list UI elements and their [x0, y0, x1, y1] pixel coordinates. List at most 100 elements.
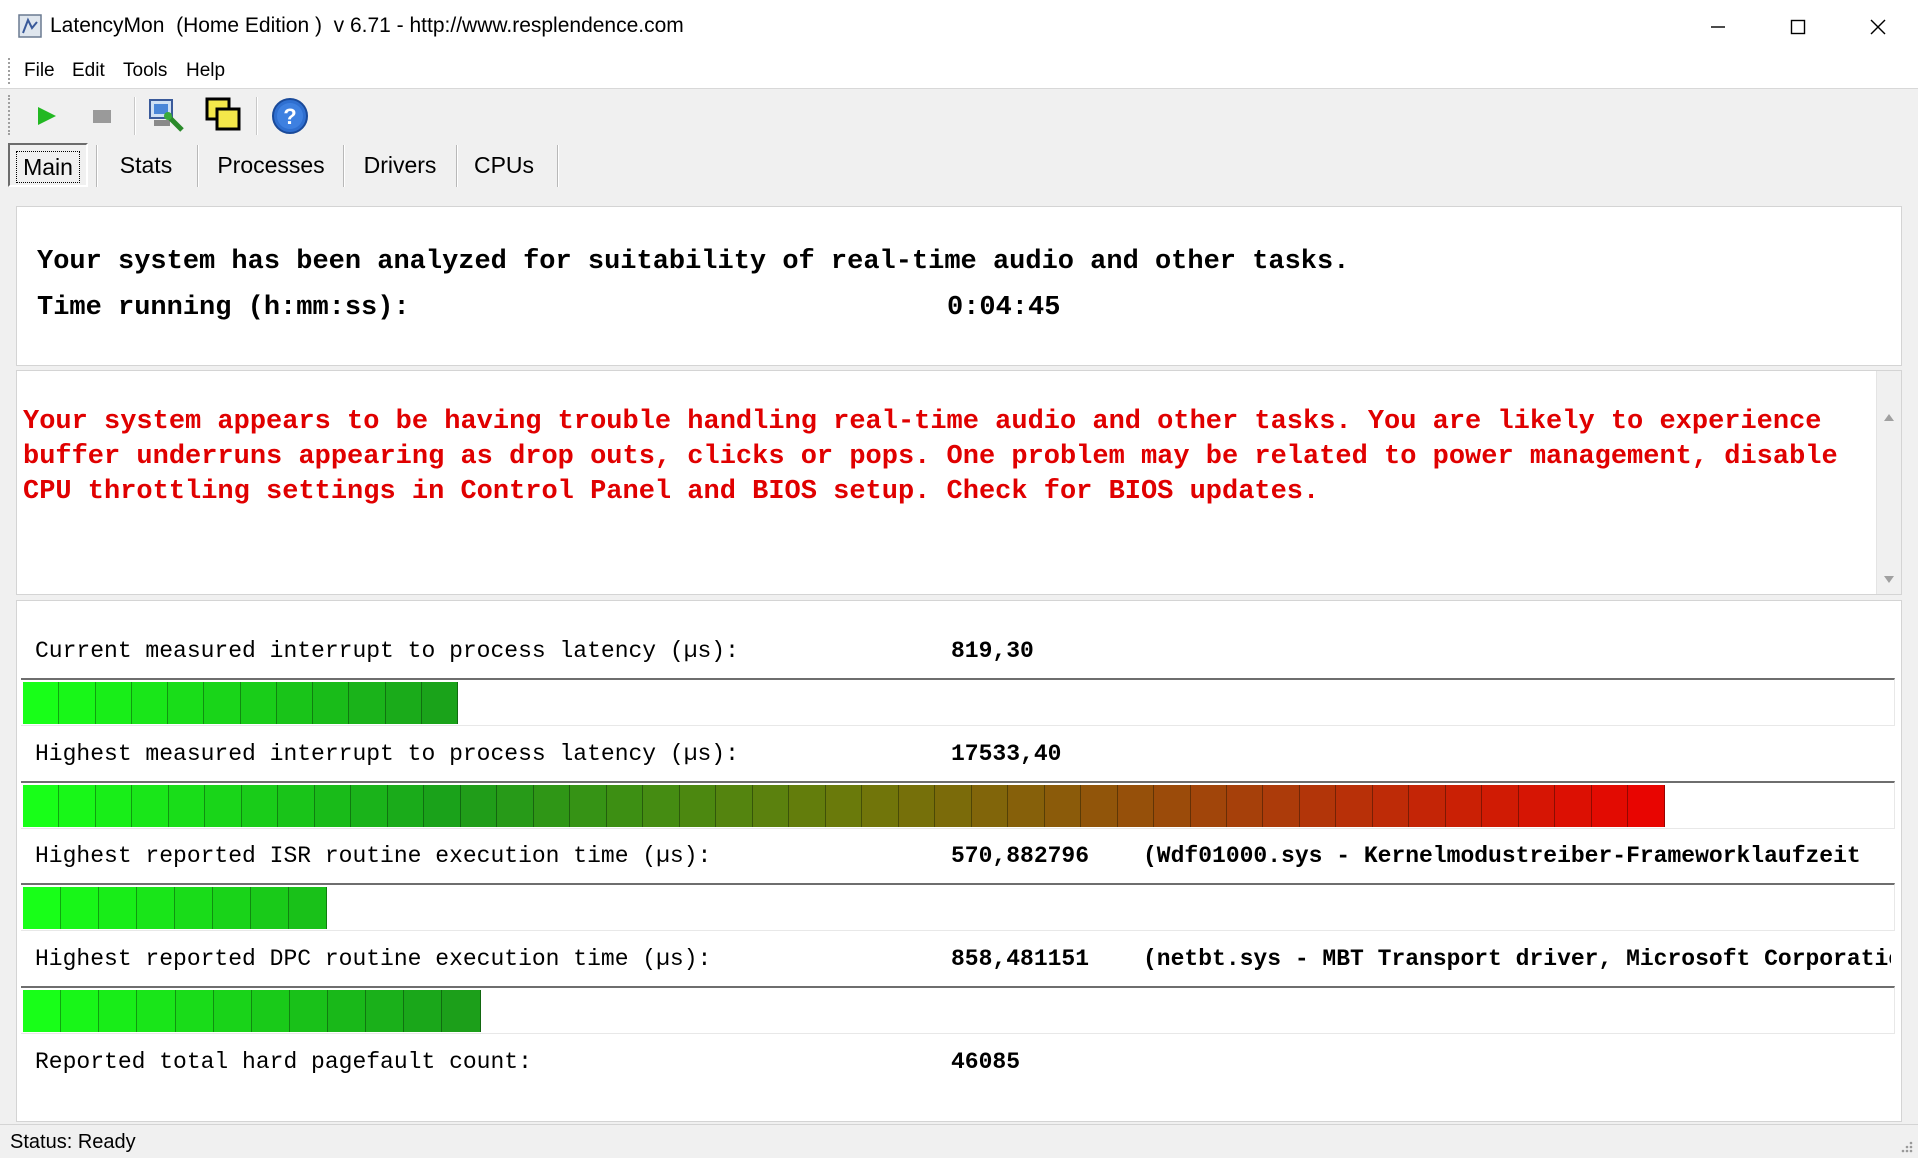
- meter-segment: [1409, 785, 1446, 827]
- menu-bar: File Edit Tools Help: [0, 54, 1918, 89]
- meter-segment: [168, 785, 206, 827]
- resize-grip-icon[interactable]: [1898, 1138, 1914, 1154]
- meter-segment: [95, 682, 132, 724]
- meter-segment: [137, 887, 176, 929]
- isr-meter: [21, 883, 1895, 931]
- latencymon-app-icon: [18, 12, 44, 40]
- meter-segment: [99, 990, 138, 1032]
- current-latency-bar: [23, 682, 459, 724]
- stat-pagefault-value: 46085: [951, 1049, 1021, 1075]
- meter-segment: [349, 682, 386, 724]
- meter-segment: [137, 990, 176, 1032]
- menu-tools[interactable]: Tools: [123, 60, 167, 82]
- windows-button[interactable]: [202, 95, 246, 137]
- scroll-down-icon: [1884, 576, 1894, 583]
- meter-segment: [460, 785, 498, 827]
- stat-isr-driver: (Wdf01000.sys - Kernelmodustreiber-Frame…: [1143, 843, 1861, 869]
- analysis-summary-text: Your system has been analyzed for suitab…: [37, 247, 1350, 277]
- close-icon: [1870, 19, 1886, 35]
- scroll-up-icon: [1884, 414, 1894, 421]
- windows-icon: [205, 97, 241, 131]
- tab-drivers[interactable]: Drivers: [350, 143, 450, 187]
- meter-segment: [385, 682, 422, 724]
- stat-dpc-value: 858,481151: [951, 946, 1090, 972]
- stat-highest-latency-value: 17533,40: [951, 741, 1062, 767]
- meter-segment: [1299, 785, 1337, 827]
- help-icon: ?: [272, 98, 308, 134]
- menu-file[interactable]: File: [24, 60, 55, 82]
- stop-button[interactable]: [80, 95, 124, 137]
- meter-segment: [1117, 785, 1155, 827]
- tab-main[interactable]: Main: [8, 143, 88, 187]
- meter-segment: [314, 785, 352, 827]
- meter-segment: [1081, 785, 1118, 827]
- menu-grip: [8, 58, 12, 84]
- meter-segment: [424, 785, 461, 827]
- stop-icon: [93, 110, 111, 123]
- meter-segment: [278, 785, 315, 827]
- meter-segment: [1372, 785, 1410, 827]
- meter-segment: [204, 682, 241, 724]
- meter-segment: [23, 887, 62, 929]
- start-button[interactable]: [24, 95, 68, 137]
- tab-separator: [197, 145, 199, 187]
- window-title: LatencyMon (Home Edition ) v 6.71 - http…: [50, 14, 684, 37]
- meter-segment: [205, 785, 242, 827]
- meter-segment: [404, 990, 443, 1032]
- warning-scrollbar[interactable]: [1876, 371, 1901, 594]
- tab-separator: [557, 145, 559, 187]
- time-running-value: 0:04:45: [947, 293, 1061, 323]
- summary-panel: Your system has been analyzed for suitab…: [16, 206, 1902, 366]
- stats-panel: Current measured interrupt to process la…: [16, 600, 1902, 1122]
- meter-segment: [289, 990, 328, 1032]
- meter-segment: [213, 990, 252, 1032]
- toolbar-grip: [8, 95, 10, 135]
- toolbar: ?: [0, 89, 1918, 141]
- tab-processes[interactable]: Processes: [206, 143, 336, 187]
- meter-segment: [862, 785, 899, 827]
- meter-segment: [99, 887, 138, 929]
- isr-bar: [23, 887, 328, 929]
- meter-segment: [95, 785, 133, 827]
- meter-segment: [971, 785, 1009, 827]
- meter-segment: [131, 682, 169, 724]
- meter-segment: [825, 785, 863, 827]
- meter-segment: [716, 785, 753, 827]
- stat-pagefault-label: Reported total hard pagefault count:: [35, 1049, 532, 1075]
- svg-text:?: ?: [283, 104, 296, 129]
- help-button[interactable]: ?: [268, 95, 312, 137]
- stat-isr-label: Highest reported ISR routine execution t…: [35, 843, 712, 869]
- maximize-icon: [1790, 19, 1806, 35]
- meter-segment: [1518, 785, 1556, 827]
- meter-segment: [1263, 785, 1300, 827]
- meter-segment: [1591, 785, 1629, 827]
- meter-segment: [61, 887, 100, 929]
- meter-segment: [241, 785, 279, 827]
- meter-segment: [132, 785, 169, 827]
- menu-edit[interactable]: Edit: [72, 60, 105, 82]
- minimize-button[interactable]: [1678, 0, 1758, 54]
- meter-segment: [570, 785, 607, 827]
- meter-segment: [387, 785, 425, 827]
- play-icon: [38, 107, 56, 125]
- settings-button[interactable]: [144, 95, 188, 137]
- menu-help[interactable]: Help: [186, 60, 225, 82]
- stat-highest-latency-label: Highest measured interrupt to process la…: [35, 741, 739, 767]
- meter-segment: [1482, 785, 1519, 827]
- maximize-button[interactable]: [1758, 0, 1838, 54]
- tab-cpus[interactable]: CPUs: [462, 143, 546, 187]
- toolbar-separator: [134, 97, 136, 135]
- tab-separator: [343, 145, 345, 187]
- meter-segment: [59, 682, 96, 724]
- status-text: Status: Ready: [10, 1131, 136, 1153]
- tab-stats[interactable]: Stats: [104, 143, 188, 187]
- meter-segment: [1226, 785, 1264, 827]
- meter-segment: [328, 990, 367, 1032]
- close-button[interactable]: [1838, 0, 1918, 54]
- meter-segment: [366, 990, 405, 1032]
- toolbar-separator: [256, 97, 258, 135]
- meter-segment: [276, 682, 314, 724]
- meter-segment: [679, 785, 717, 827]
- meter-segment: [898, 785, 936, 827]
- meter-segment: [1008, 785, 1045, 827]
